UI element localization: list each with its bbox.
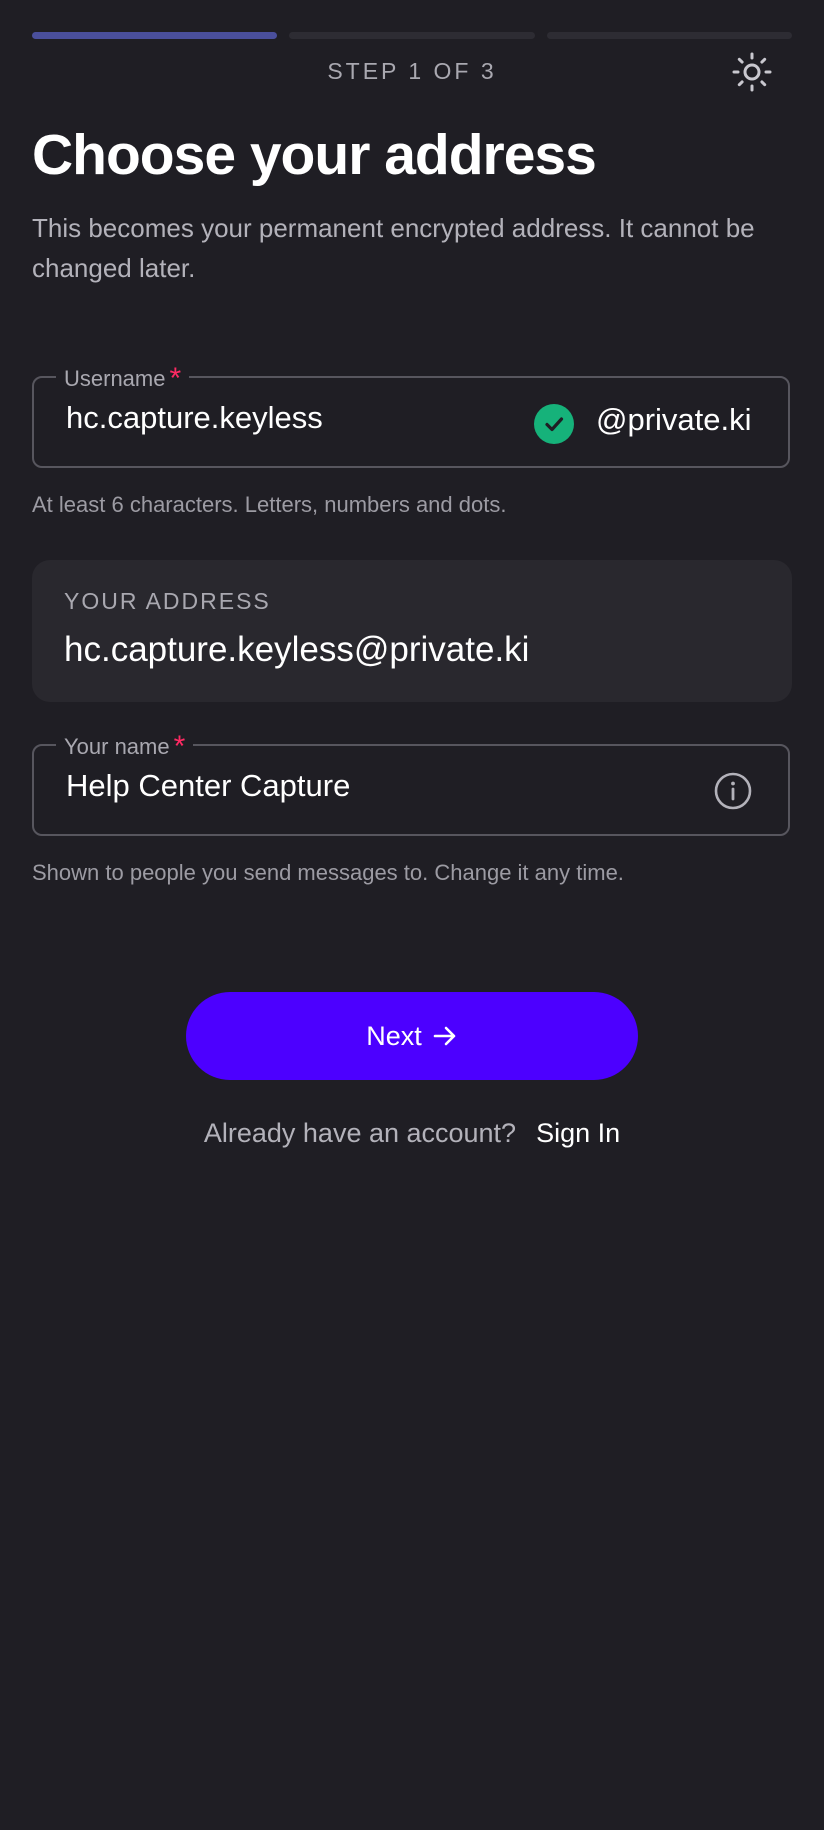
- name-field[interactable]: Your name *: [32, 728, 790, 836]
- username-field[interactable]: Username* @private.ki: [32, 360, 790, 468]
- progress-step-2: [289, 32, 535, 39]
- required-mark: *: [173, 730, 186, 763]
- progress-step-3: [546, 32, 792, 39]
- address-value: hc.capture.keyless@private.ki: [64, 630, 530, 669]
- arrow-right-icon: [433, 1026, 456, 1046]
- progress-bar: [32, 32, 792, 39]
- check-circle-icon: [534, 404, 574, 444]
- page-subtitle: This becomes your permanent encrypted ad…: [32, 213, 755, 283]
- theme-toggle-button[interactable]: [726, 46, 778, 98]
- name-label-wrap: Your name *: [56, 728, 194, 763]
- progress-step-1: [32, 32, 278, 39]
- username-hint: At least 6 characters. Letters, numbers …: [32, 492, 507, 517]
- username-input[interactable]: [66, 400, 506, 436]
- signup-page: STEP 1 OF 3 Choose your address This bec…: [0, 0, 824, 1830]
- address-label: YOUR ADDRESS: [64, 588, 271, 614]
- sun-icon: [732, 52, 772, 92]
- address-preview: YOUR ADDRESS hc.capture.keyless@private.…: [32, 560, 792, 702]
- next-button[interactable]: Next: [186, 992, 638, 1080]
- username-label-wrap: Username *: [56, 360, 190, 395]
- username-label: Username: [64, 366, 166, 391]
- required-mark: *: [169, 362, 182, 395]
- signin-prompt: Already have an account?: [203, 1118, 517, 1148]
- signin-link[interactable]: Sign In: [536, 1118, 620, 1148]
- domain-suffix: @private.ki: [596, 402, 752, 437]
- info-icon[interactable]: [712, 770, 754, 812]
- name-hint: Shown to people you send messages to. Ch…: [32, 860, 624, 885]
- page-title: Choose your address: [32, 123, 597, 187]
- name-label: Your name: [64, 734, 170, 759]
- next-button-label: Next: [366, 1020, 422, 1051]
- signin-row: Already have an account? Sign In: [0, 1118, 824, 1149]
- name-input[interactable]: [66, 768, 506, 804]
- step-label: STEP 1 OF 3: [327, 58, 497, 84]
